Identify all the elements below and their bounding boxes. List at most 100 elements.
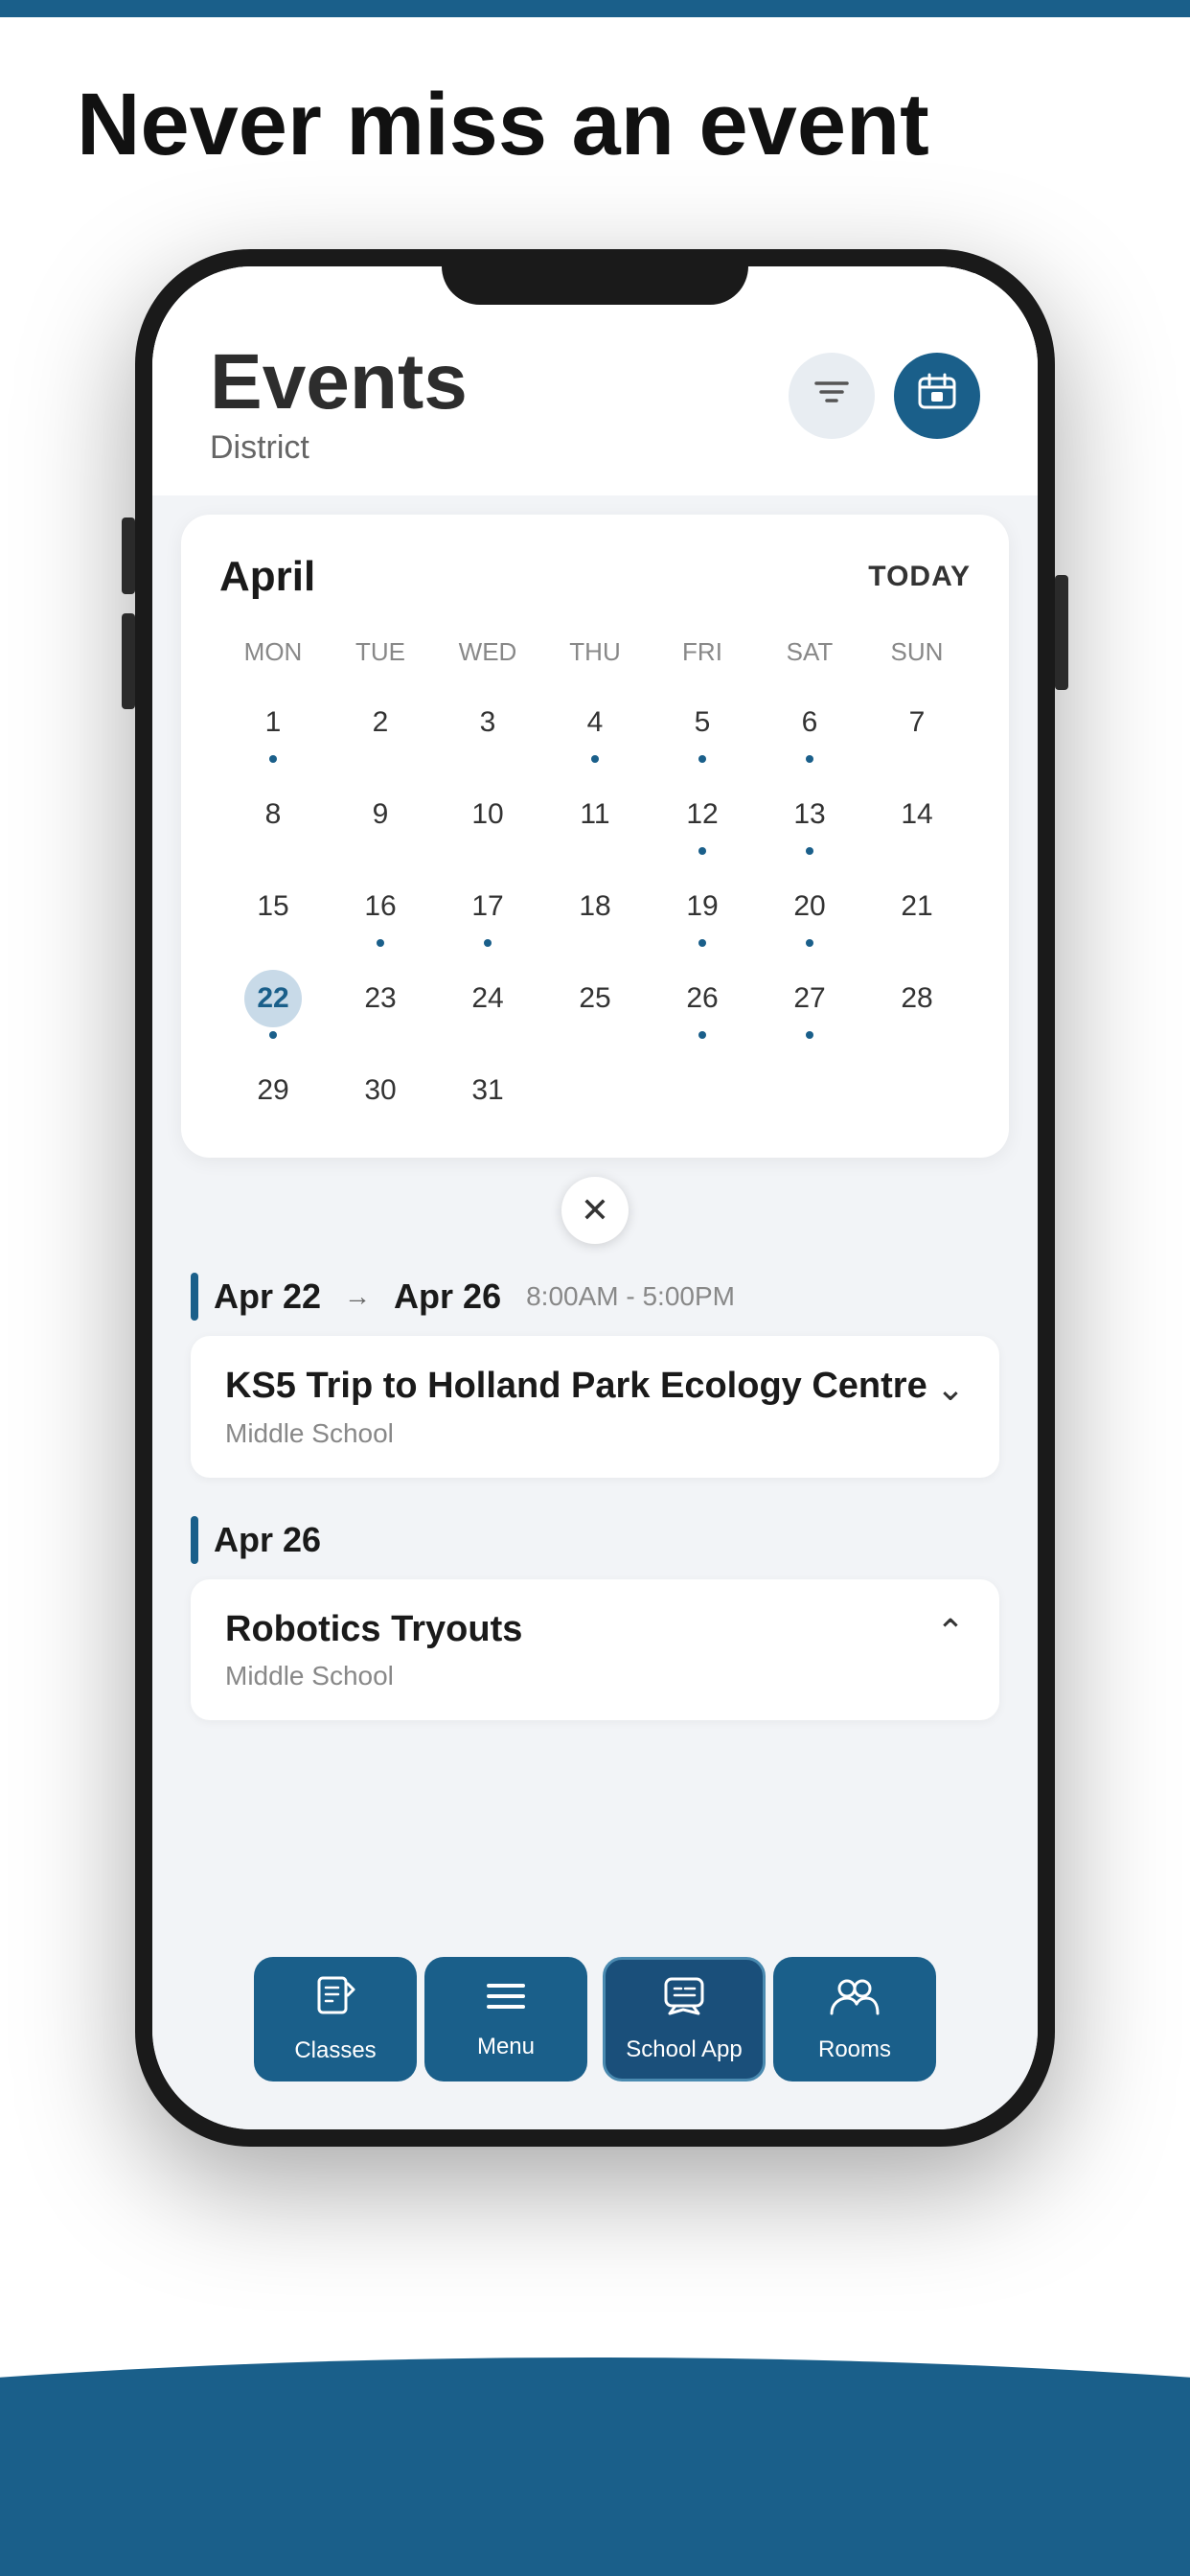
top-status-bar	[0, 0, 1190, 17]
event-expand-chevron-1[interactable]: ⌄	[936, 1368, 965, 1409]
events-list: Apr 22 → Apr 26 8:00AM - 5:00PM KS5 Trip…	[152, 1244, 1038, 1787]
calendar-day-25[interactable]: 25	[541, 960, 649, 1048]
calendar-day-1[interactable]: 1	[219, 684, 327, 772]
menu-label: Menu	[477, 2034, 535, 2060]
calendar-day-21[interactable]: 21	[863, 868, 971, 956]
event-date-row-1: Apr 22 → Apr 26 8:00AM - 5:00PM	[191, 1273, 999, 1321]
event-date-end-1: Apr 26	[394, 1276, 501, 1317]
calendar-day-15[interactable]: 15	[219, 868, 327, 956]
calendar-day-7[interactable]: 7	[863, 684, 971, 772]
calendar-icon	[916, 371, 958, 422]
calendar-day-5[interactable]: 5	[649, 684, 756, 772]
nav-schoolapp-button[interactable]: School App	[603, 1957, 766, 2082]
event-card-content-2: Robotics Tryouts Middle School	[225, 1608, 522, 1692]
calendar-day-20[interactable]: 20	[756, 868, 863, 956]
calendar-day-30[interactable]: 30	[327, 1052, 434, 1129]
nav-group-right: School App Rooms	[603, 1957, 936, 2082]
calendar-day-10[interactable]: 10	[434, 776, 541, 864]
bottom-wave-decoration	[0, 2212, 1190, 2576]
day-header-wed: WED	[434, 630, 541, 675]
calendar-day-empty-2	[649, 1052, 756, 1129]
event-item-1: Apr 22 → Apr 26 8:00AM - 5:00PM KS5 Trip…	[191, 1273, 999, 1478]
event-school-1: Middle School	[225, 1418, 927, 1449]
power-button	[1055, 575, 1068, 690]
calendar-day-19[interactable]: 19	[649, 868, 756, 956]
classes-label: Classes	[294, 2037, 376, 2064]
calendar-weeks: 1 2 3 4 5 6 7 8 9	[219, 684, 971, 1129]
phone-screen: Events District	[152, 266, 1038, 2129]
calendar-day-4[interactable]: 4	[541, 684, 649, 772]
nav-menu-button[interactable]: Menu	[424, 1957, 587, 2082]
menu-icon	[485, 1978, 527, 2024]
calendar-today-button[interactable]: TODAY	[868, 561, 971, 593]
calendar-day-empty-3	[756, 1052, 863, 1129]
calendar-week-4: 22 23 24 25 26 27 28	[219, 960, 971, 1048]
nav-classes-button[interactable]: Classes	[254, 1957, 417, 2082]
calendar-day-16[interactable]: 16	[327, 868, 434, 956]
event-card-1[interactable]: KS5 Trip to Holland Park Ecology Centre …	[191, 1336, 999, 1478]
calendar-header: April TODAY	[219, 553, 971, 601]
event-date-bar-1	[191, 1273, 198, 1321]
calendar-day-9[interactable]: 9	[327, 776, 434, 864]
rooms-label: Rooms	[818, 2036, 891, 2063]
calendar-day-26[interactable]: 26	[649, 960, 756, 1048]
calendar-close-area: ✕	[152, 1177, 1038, 1244]
calendar-day-empty-4	[863, 1052, 971, 1129]
calendar-day-13[interactable]: 13	[756, 776, 863, 864]
day-header-mon: MON	[219, 630, 327, 675]
schoolapp-icon	[662, 1975, 706, 2027]
events-title: Events	[210, 343, 468, 422]
event-date-bar-2	[191, 1516, 198, 1564]
calendar-day-2[interactable]: 2	[327, 684, 434, 772]
calendar-day-17[interactable]: 17	[434, 868, 541, 956]
event-item-2: Apr 26 Robotics Tryouts Middle School ⌃	[191, 1516, 999, 1721]
classes-icon	[313, 1974, 357, 2028]
phone-frame: Events District	[135, 249, 1055, 2147]
calendar-day-6[interactable]: 6	[756, 684, 863, 772]
event-name-1: KS5 Trip to Holland Park Ecology Centre	[225, 1365, 927, 1409]
calendar-view-button[interactable]	[894, 353, 980, 439]
events-title-group: Events District	[210, 343, 468, 467]
event-collapse-chevron-2[interactable]: ⌃	[936, 1612, 965, 1652]
nav-group-left: Classes Menu	[254, 1957, 587, 2082]
day-header-sun: SUN	[863, 630, 971, 675]
calendar-day-31[interactable]: 31	[434, 1052, 541, 1129]
screen-content: Events District	[152, 266, 1038, 2129]
calendar-day-18[interactable]: 18	[541, 868, 649, 956]
calendar-day-27[interactable]: 27	[756, 960, 863, 1048]
volume-up-button	[122, 518, 135, 594]
calendar-day-28[interactable]: 28	[863, 960, 971, 1048]
calendar-day-3[interactable]: 3	[434, 684, 541, 772]
calendar-day-29[interactable]: 29	[219, 1052, 327, 1129]
event-time-1: 8:00AM - 5:00PM	[526, 1281, 735, 1312]
calendar-day-22[interactable]: 22	[219, 960, 327, 1048]
event-name-2: Robotics Tryouts	[225, 1608, 522, 1652]
calendar-days-header: MON TUE WED THU FRI SAT SUN	[219, 630, 971, 675]
page-heading: Never miss an event	[77, 77, 929, 173]
calendar-day-23[interactable]: 23	[327, 960, 434, 1048]
calendar-day-11[interactable]: 11	[541, 776, 649, 864]
calendar-close-button[interactable]: ✕	[561, 1177, 629, 1244]
day-header-fri: FRI	[649, 630, 756, 675]
calendar-day-14[interactable]: 14	[863, 776, 971, 864]
event-school-2: Middle School	[225, 1661, 522, 1691]
nav-rooms-button[interactable]: Rooms	[773, 1957, 936, 2082]
day-header-tue: TUE	[327, 630, 434, 675]
calendar-card: April TODAY MON TUE WED THU FRI SAT SUN	[181, 515, 1009, 1158]
calendar-day-24[interactable]: 24	[434, 960, 541, 1048]
phone-notch	[442, 249, 748, 305]
event-date-start-1: Apr 22	[214, 1276, 321, 1317]
event-card-2[interactable]: Robotics Tryouts Middle School ⌃	[191, 1579, 999, 1721]
calendar-day-8[interactable]: 8	[219, 776, 327, 864]
day-header-thu: THU	[541, 630, 649, 675]
rooms-icon	[830, 1975, 880, 2027]
calendar-day-12[interactable]: 12	[649, 776, 756, 864]
filter-button[interactable]	[789, 353, 875, 439]
calendar-week-5: 29 30 31	[219, 1052, 971, 1129]
calendar-day-empty-1	[541, 1052, 649, 1129]
event-card-content-1: KS5 Trip to Holland Park Ecology Centre …	[225, 1365, 927, 1449]
calendar-grid: MON TUE WED THU FRI SAT SUN 1	[219, 630, 971, 1129]
bottom-navigation: Classes Menu	[152, 1957, 1038, 2129]
header-buttons	[789, 353, 980, 439]
schoolapp-label: School App	[626, 2036, 742, 2063]
